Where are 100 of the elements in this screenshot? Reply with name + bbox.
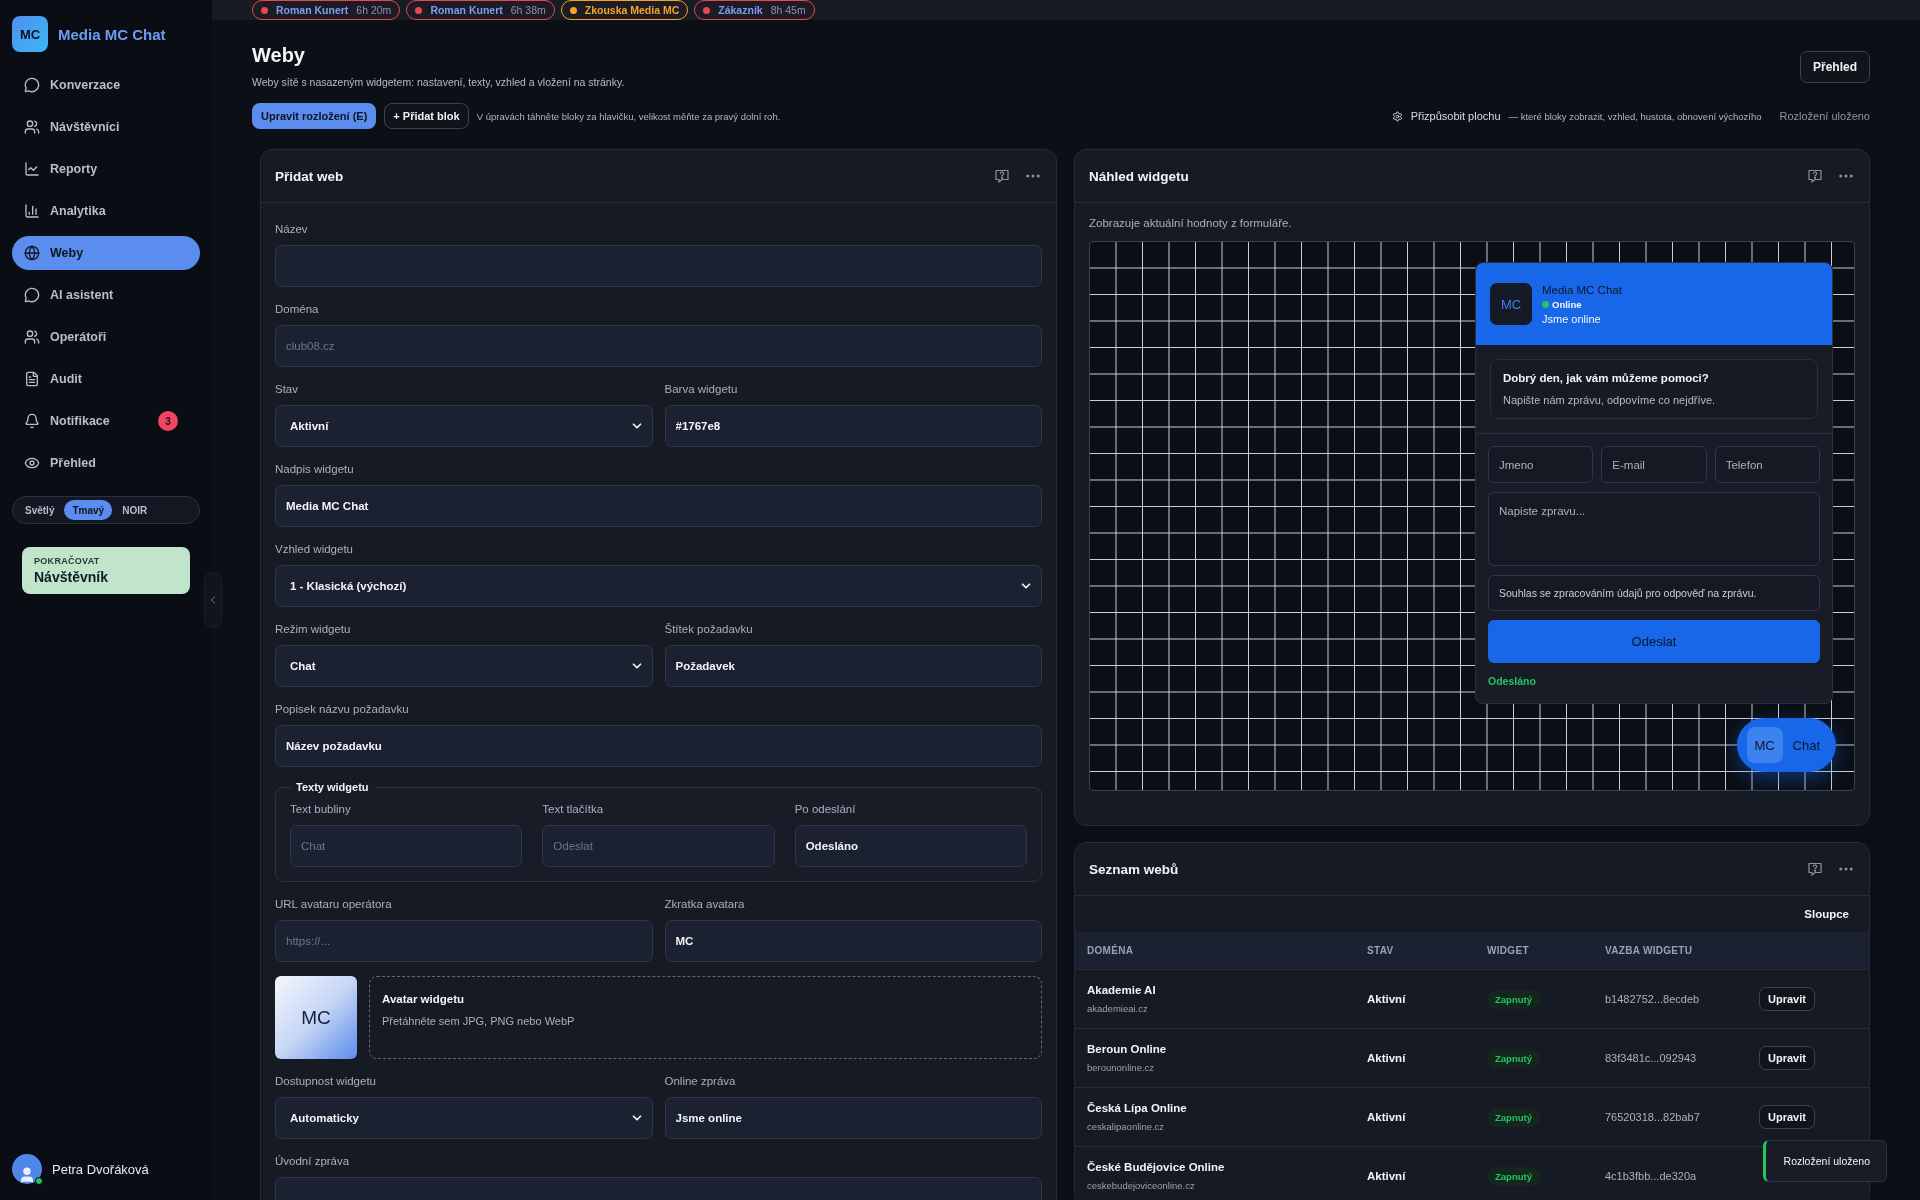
count-badge: 3	[158, 411, 178, 431]
field-label: Dostupnost widgetu	[275, 1074, 377, 1089]
sidebar-item[interactable]: Weby	[12, 236, 200, 270]
input-field[interactable]: https://...	[275, 920, 653, 962]
site-domain: berounonline.cz	[1087, 1062, 1156, 1073]
field-label: Online zpráva	[664, 1074, 737, 1089]
preview-caption: Zobrazuje aktuální hodnoty z formuláře.	[1089, 217, 1293, 229]
input-field[interactable]: Odeslat	[542, 825, 775, 867]
sidebar-item[interactable]: Operátoři	[12, 320, 200, 354]
collapse-handle[interactable]	[204, 572, 222, 628]
session-name: Roman Kunert	[430, 4, 503, 16]
avatar-drop-zone[interactable]: Avatar widgetu Přetáhněte sem JPG, PNG nebo WebP	[369, 976, 1042, 1059]
sidebar-item-label: Přehled	[50, 456, 97, 470]
session-name: Zákazník	[718, 4, 763, 16]
widget-avatar: MC	[1490, 283, 1532, 325]
binding-cell-text: 76520318...82bab7	[1605, 1111, 1701, 1123]
input-field[interactable]: Telefon	[1714, 446, 1820, 483]
sidebar-item[interactable]: Návštěvníci	[12, 110, 200, 144]
bar-chart-icon	[24, 203, 40, 219]
field-label: Název	[275, 222, 309, 237]
input-field[interactable]: Jmeno	[1488, 446, 1594, 483]
edit-layout-button[interactable]: Upravit rozložení (E)	[252, 103, 377, 129]
layout-status: Rozložení uloženo	[1779, 110, 1870, 122]
gear-icon[interactable]	[1391, 110, 1403, 122]
field-label: URL avataru operátora	[275, 897, 393, 912]
bell-icon	[24, 413, 40, 429]
edit-button[interactable]: Upravit	[1759, 987, 1815, 1011]
column-header: DOMÉNA	[1087, 945, 1135, 956]
edit-button[interactable]: Upravit	[1759, 1046, 1815, 1070]
input-field[interactable]: MC	[664, 920, 1042, 962]
sent-message: Odesláno	[1488, 675, 1537, 687]
send-button[interactable]: Odeslat	[1488, 620, 1820, 663]
sidebar-item-label: Reporty	[50, 162, 99, 176]
resume-title: Návštěvník	[34, 569, 109, 585]
add-block-button[interactable]: + Přidat blok	[384, 103, 469, 129]
input-field[interactable]: Chat	[290, 825, 523, 867]
columns-button[interactable]: Sloupce	[1798, 907, 1855, 921]
status-cell-text: Aktivní	[1367, 1052, 1407, 1064]
input-field[interactable]: club08.cz	[275, 325, 1042, 367]
sidebar-item[interactable]: Analytika	[12, 194, 200, 228]
widget-title: Media MC Chat	[1542, 283, 1622, 296]
input-field[interactable]: E-mail	[1601, 446, 1707, 483]
session-tab[interactable]: Roman Kunert 6h 20m	[252, 0, 401, 20]
message-field[interactable]: Napiste zpravu...	[1488, 492, 1820, 566]
drop-zone-title: Avatar widgetu	[382, 993, 465, 1005]
resume-card[interactable]: POKRAČOVAT Návštěvník	[22, 547, 190, 594]
input-field[interactable]: Název požadavku	[275, 725, 1042, 767]
input-field[interactable]: Jsme online	[664, 1097, 1042, 1139]
sidebar-item[interactable]: Přehled	[12, 446, 200, 480]
input-field[interactable]: #1767e8	[664, 405, 1042, 447]
select-field[interactable]: Automaticky	[275, 1097, 653, 1139]
line-chart-icon	[24, 161, 40, 177]
customize-link[interactable]: Přizpůsobit plochu	[1410, 110, 1501, 122]
widget-badge: Zapnutý	[1487, 1048, 1540, 1068]
select-field[interactable]: Aktivní	[275, 405, 653, 447]
session-tab[interactable]: Zkouska Media MC	[560, 0, 689, 20]
chat-bubble-button[interactable]: MC Chat	[1736, 718, 1836, 772]
online-dot-icon	[1542, 300, 1549, 308]
input-field[interactable]: Media MC Chat	[275, 485, 1042, 527]
sidebar-item[interactable]: Konverzace	[12, 68, 200, 102]
sidebar-item-label: AI asistent	[50, 288, 115, 302]
sidebar-item[interactable]: Reporty	[12, 152, 200, 186]
site-name: České Budějovice Online	[1087, 1161, 1226, 1173]
help-icon[interactable]	[1807, 861, 1823, 877]
customize-hint: — které bloky zobrazit, vzhled, hustota, obnovení výchozího	[1508, 110, 1762, 122]
overview-button[interactable]: Přehled	[1800, 51, 1870, 83]
edit-button[interactable]: Upravit	[1759, 1105, 1815, 1129]
resume-caption: POKRAČOVAT	[34, 556, 101, 566]
help-icon[interactable]	[1807, 168, 1823, 184]
select-field[interactable]: 1 - Klasická (výchozí)	[275, 565, 1042, 607]
theme-option[interactable]: NOIR	[114, 500, 156, 520]
help-icon[interactable]	[994, 168, 1010, 184]
field-label: Popisek názvu požadavku	[275, 702, 410, 717]
users-icon	[24, 119, 40, 135]
sidebar-item-label: Notifikace	[50, 414, 111, 428]
session-name: Zkouska Media MC	[584, 4, 680, 16]
page-title: Weby	[252, 44, 306, 67]
chat-bubble-icon	[24, 77, 40, 93]
site-domain: akademieai.cz	[1087, 1003, 1149, 1014]
widget-badge: Zapnutý	[1487, 989, 1540, 1009]
sidebar-item[interactable]: AI asistent	[12, 278, 200, 312]
user-name: Petra Dvořáková	[52, 1161, 149, 1177]
session-tab[interactable]: Zákazník 8h 45m	[694, 0, 815, 20]
input-field[interactable]: Odesláno	[794, 825, 1027, 867]
input-field[interactable]	[275, 245, 1042, 287]
sidebar-item[interactable]: Notifikace 3	[12, 404, 200, 438]
session-name: Roman Kunert	[276, 4, 349, 16]
binding-cell-text: 83f3481c...092943	[1605, 1052, 1698, 1064]
avatar-preview: MC	[275, 976, 357, 1059]
theme-option[interactable]: Tmavý	[64, 500, 113, 520]
sidebar-item[interactable]: Audit	[12, 362, 200, 396]
select-field[interactable]: Chat	[275, 645, 653, 687]
user-avatar[interactable]	[12, 1154, 42, 1184]
sidebar-item-label: Weby	[50, 246, 85, 260]
input-field[interactable]: Požadavek	[664, 645, 1042, 687]
column-header: VAZBA WIDGETU	[1605, 945, 1694, 956]
session-tab[interactable]: Roman Kunert 6h 38m	[406, 0, 555, 20]
bubble-avatar: MC	[1746, 727, 1783, 763]
binding-cell-text: 4c1b3fbb...de320a	[1605, 1170, 1698, 1182]
theme-option[interactable]: Světlý	[17, 500, 63, 520]
